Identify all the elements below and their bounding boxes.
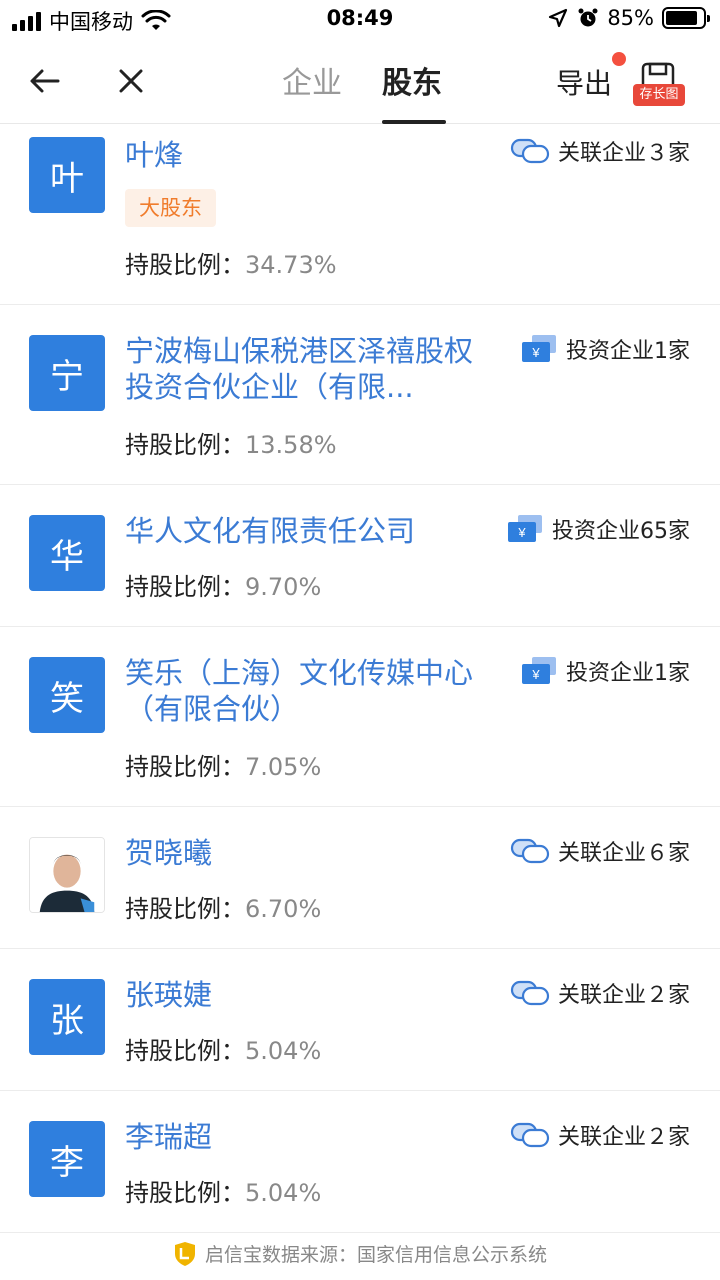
ratio-value: 5.04% [245, 1037, 322, 1065]
ratio-value: 13.58% [245, 431, 337, 459]
ratio-value: 9.70% [245, 573, 322, 601]
ratio-label: 持股比例： [125, 573, 245, 601]
linked-companies-icon [510, 838, 550, 864]
shareholder-avatar[interactable]: 张 [29, 979, 105, 1055]
investment-icon: ¥ [522, 335, 556, 362]
shareholder-row[interactable]: 叶叶烽大股东持股比例：34.73% 关联企业３家 [0, 125, 720, 305]
shareholding-ratio: 持股比例：34.73% [125, 245, 337, 280]
shareholder-avatar[interactable]: 笑 [29, 657, 105, 733]
shareholder-name[interactable]: 叶烽 [125, 137, 485, 173]
shareholding-ratio: 持股比例：5.04% [125, 1031, 321, 1066]
linked-companies-icon [510, 980, 550, 1006]
shareholding-ratio: 持股比例：7.05% [125, 747, 321, 782]
footer: 启信宝数据来源：国家信用信息公示系统 [0, 1240, 720, 1267]
linked-companies-icon [510, 1122, 550, 1148]
shareholder-name[interactable]: 贺晓曦 [125, 835, 485, 871]
ratio-value: 7.05% [245, 753, 322, 781]
qixinbao-logo-icon [174, 1241, 195, 1266]
ratio-value: 5.04% [245, 1179, 322, 1207]
shareholding-ratio: 持股比例：9.70% [125, 567, 321, 602]
shareholder-name[interactable]: 华人文化有限责任公司 [125, 513, 485, 549]
relation-count-label: 关联企业３家 [557, 141, 690, 166]
footer-source-text: 启信宝数据来源：国家信用信息公示系统 [204, 1244, 547, 1266]
battery-percent: 85% [607, 6, 654, 30]
shareholder-avatar[interactable]: 李 [29, 1121, 105, 1197]
battery-icon [662, 7, 710, 29]
back-arrow-icon[interactable] [28, 64, 62, 98]
relation-count-label: 投资企业65家 [552, 519, 690, 544]
close-icon[interactable] [114, 64, 148, 98]
invested-companies-link[interactable]: ¥ 投资企业65家 [506, 513, 690, 545]
ratio-label: 持股比例： [125, 431, 245, 459]
shareholder-row[interactable]: 李李瑞超持股比例：5.04% 关联企业２家 [0, 1091, 720, 1233]
linked-companies-link[interactable]: 关联企业３家 [510, 135, 690, 167]
shareholding-ratio: 持股比例：5.04% [125, 1173, 321, 1208]
shareholding-ratio: 持股比例：13.58% [125, 425, 337, 460]
linked-companies-link[interactable]: 关联企业６家 [510, 835, 690, 867]
status-bar: 中国移动 08:49 85% [0, 0, 720, 40]
shareholder-photo-avatar[interactable] [29, 837, 105, 913]
investment-icon: ¥ [508, 515, 542, 542]
location-icon [549, 8, 568, 28]
relation-count-label: 关联企业２家 [557, 1125, 690, 1150]
shareholder-avatar[interactable]: 叶 [29, 137, 105, 213]
shareholder-name[interactable]: 张瑛婕 [125, 977, 485, 1013]
major-shareholder-badge: 大股东 [125, 189, 216, 227]
relation-count-label: 投资企业1家 [566, 339, 690, 364]
active-tab-indicator [382, 120, 446, 124]
battery-fill [666, 11, 697, 25]
relation-count-label: 投资企业1家 [566, 661, 690, 686]
relation-count-label: 关联企业２家 [557, 983, 690, 1008]
svg-text:¥: ¥ [531, 345, 540, 360]
svg-text:¥: ¥ [531, 667, 540, 682]
investment-icon: ¥ [522, 657, 556, 684]
shareholder-name[interactable]: 李瑞超 [125, 1119, 485, 1155]
shareholder-name[interactable]: 宁波梅山保税港区泽禧股权投资合伙企业（有限... [125, 333, 485, 405]
nav-bar: 企业 股东 导出 存长图 [0, 40, 720, 124]
ratio-label: 持股比例： [125, 753, 245, 781]
notification-dot [612, 52, 626, 66]
ratio-label: 持股比例： [125, 1037, 245, 1065]
ratio-value: 6.70% [245, 895, 322, 923]
shareholder-row[interactable]: 宁宁波梅山保税港区泽禧股权投资合伙企业（有限... 持股比例：13.58% ¥ 投资企… [0, 305, 720, 485]
ratio-label: 持股比例： [125, 251, 245, 279]
linked-companies-icon [510, 138, 550, 164]
linked-companies-link[interactable]: 关联企业２家 [510, 1119, 690, 1151]
shareholder-name[interactable]: 笑乐（上海）文化传媒中心（有限合伙） [125, 655, 485, 727]
shareholder-row[interactable]: 贺晓曦持股比例：6.70% 关联企业６家 [0, 807, 720, 949]
person-photo [30, 838, 104, 912]
tab-shareholder[interactable]: 股东 [382, 58, 442, 102]
ratio-label: 持股比例： [125, 1179, 245, 1207]
shareholder-row[interactable]: 华华人文化有限责任公司 持股比例：9.70% ¥ 投资企业65家 [0, 485, 720, 627]
shareholding-ratio: 持股比例：6.70% [125, 889, 321, 924]
alarm-icon [578, 8, 598, 27]
export-button[interactable]: 导出 [556, 62, 612, 102]
save-long-image-badge[interactable]: 存长图 [633, 84, 685, 106]
shareholder-list: 叶叶烽 大股东 持股比例：34.73% 关联企业３家宁宁波梅山保税港区泽禧股权投资合伙… [0, 125, 720, 1233]
shareholder-row[interactable]: 张张瑛婕持股比例：5.04% 关联企业２家 [0, 949, 720, 1091]
relation-count-label: 关联企业６家 [557, 841, 690, 866]
shareholder-avatar[interactable]: 华 [29, 515, 105, 591]
shareholder-row[interactable]: 笑笑乐（上海）文化传媒中心（有限合伙） 持股比例：7.05% ¥ 投资企业1家 [0, 627, 720, 807]
tab-company[interactable]: 企业 [282, 58, 342, 102]
invested-companies-link[interactable]: ¥ 投资企业1家 [520, 655, 690, 687]
ratio-value: 34.73% [245, 251, 337, 279]
linked-companies-link[interactable]: 关联企业２家 [510, 977, 690, 1009]
invested-companies-link[interactable]: ¥ 投资企业1家 [520, 333, 690, 365]
ratio-label: 持股比例： [125, 895, 245, 923]
svg-text:¥: ¥ [517, 525, 526, 540]
shareholder-avatar[interactable]: 宁 [29, 335, 105, 411]
